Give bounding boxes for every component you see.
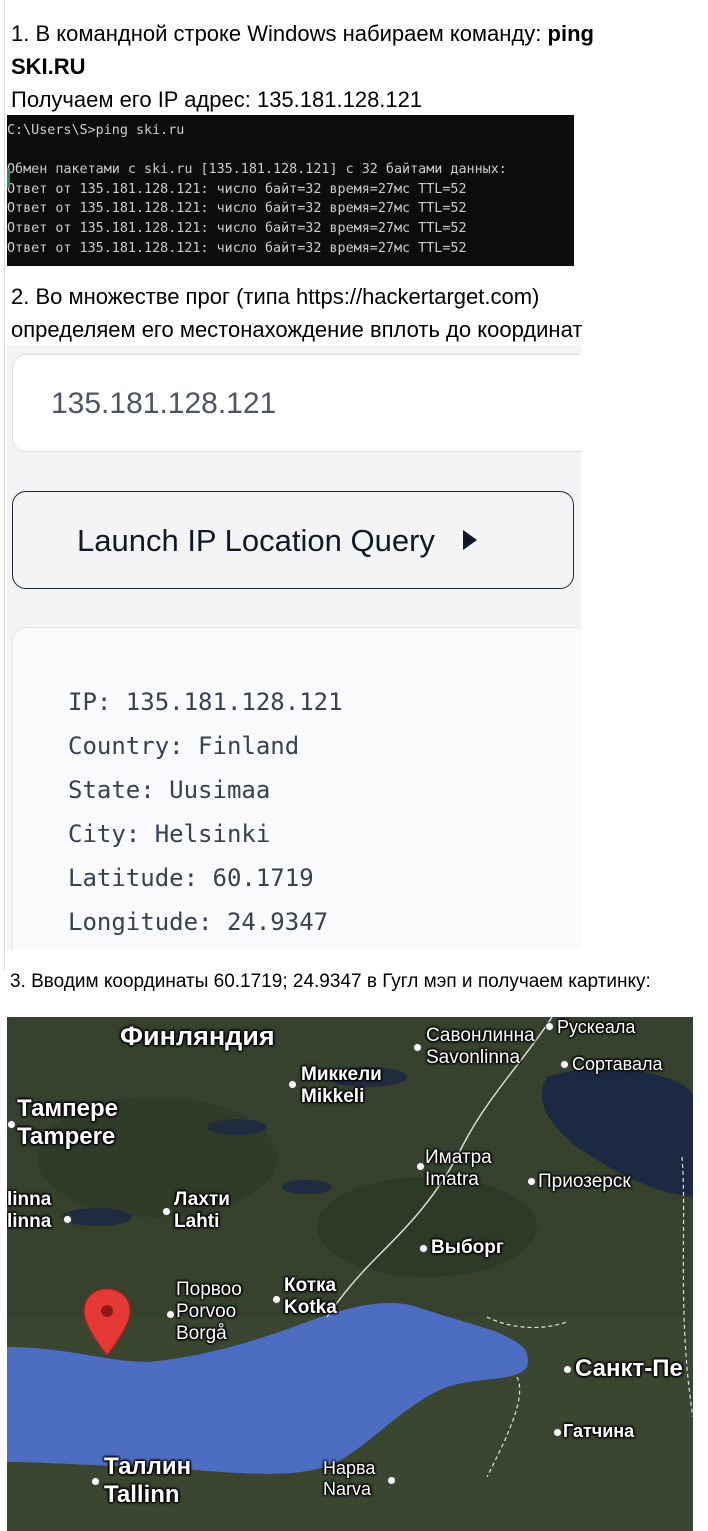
city-dot — [560, 1060, 569, 1069]
command-prompt-window: C:\Users\S>ping ski.ru Обмен пакетами с … — [7, 115, 574, 266]
map-label-priozersk: Приозерск — [538, 1171, 631, 1192]
map-label-kotka: Котка Kotka — [284, 1275, 337, 1318]
result-country: Country: Finland — [68, 732, 300, 760]
city-dot — [91, 1477, 100, 1486]
city-dot — [553, 1428, 562, 1437]
city-dot — [7, 1120, 16, 1129]
city-dot — [272, 1295, 281, 1304]
map-label-finland: Финляндия — [120, 1021, 275, 1051]
map-label-lahti: Лахти Lahti — [174, 1189, 230, 1232]
satellite-map[interactable]: Финляндия Савонлинна Savonlinna Рускеала … — [7, 1017, 693, 1531]
step1-line1: 1. В командной строке Windows набираем к… — [11, 21, 594, 46]
city-dot — [162, 1207, 171, 1216]
result-state: State: Uusimaa — [68, 776, 271, 804]
step1-line3: Получаем его IP адрес: 135.181.128.121 — [11, 87, 423, 112]
map-label-vyborg: Выборг — [431, 1237, 504, 1258]
result-city: City: Helsinki — [68, 820, 271, 848]
launch-query-button[interactable]: Launch IP Location Query — [12, 491, 574, 589]
map-label-ruskeala: Рускеала — [557, 1017, 636, 1037]
map-label-savonlinna: Савонлинна Savonlinna — [426, 1025, 535, 1068]
result-latitude: Latitude: 60.1719 — [68, 864, 314, 892]
step3-text: 3. Вводим координаты 60.1719; 24.9347 в … — [10, 971, 651, 992]
map-label-imatra: Иматра Imatra — [425, 1147, 492, 1190]
step2-line2: определяем его местонахождение вплоть до… — [11, 317, 583, 342]
launch-query-label: Launch IP Location Query — [77, 523, 435, 558]
step1-line2: SKI.RU — [11, 54, 86, 79]
console-line: Ответ от 135.181.128.121: число байт=32 … — [7, 201, 467, 217]
selection-marker — [7, 168, 10, 188]
result-ip: IP: 135.181.128.121 — [68, 688, 343, 716]
city-dot — [63, 1215, 72, 1224]
ip-lookup-panel: 135.181.128.121 Launch IP Location Query… — [7, 345, 581, 950]
map-label-tallinn: Таллин Tallinn — [104, 1453, 192, 1508]
ip-address-input[interactable]: 135.181.128.121 — [12, 354, 581, 452]
console-line: Ответ от 135.181.128.121: число байт=32 … — [7, 240, 467, 256]
city-dot — [419, 1244, 428, 1253]
city-dot — [166, 1310, 175, 1319]
city-dot — [563, 1365, 572, 1374]
map-label-mikkeli: Миккели Mikkeli — [301, 1064, 382, 1107]
city-dot — [413, 1043, 422, 1052]
console-line: Обмен пакетами с ski.ru [135.181.128.121… — [7, 162, 507, 178]
city-dot — [288, 1080, 297, 1089]
map-label-spb: Санкт-Пе — [575, 1355, 683, 1382]
step2-line1: 2. Во множестве прог (типа https://hacke… — [11, 284, 540, 309]
city-dot — [545, 1022, 554, 1031]
map-label-tampere: Тампере Tampere — [17, 1095, 119, 1150]
console-line: C:\Users\S>ping ski.ru — [7, 123, 185, 138]
city-dot — [527, 1177, 536, 1186]
map-label-sortavala: Сортавала — [572, 1054, 663, 1074]
map-label-hameenlinna: linna linna — [7, 1189, 52, 1232]
result-card: IP: 135.181.128.121 Country: Finland Sta… — [12, 627, 581, 950]
console-line: Ответ от 135.181.128.121: число байт=32 … — [7, 220, 467, 236]
result-longitude: Longitude: 24.9347 — [68, 908, 329, 936]
map-label-narva: Нарва Narva — [323, 1458, 376, 1499]
play-icon — [462, 529, 477, 550]
left-gridline — [4, 0, 5, 970]
map-label-porvoo: Порвоо Porvoo Borgå — [176, 1279, 242, 1344]
city-dot — [416, 1162, 425, 1171]
console-line: Ответ от 135.181.128.121: число байт=32 … — [7, 181, 467, 197]
map-label-gatchina: Гатчина — [563, 1421, 635, 1441]
city-dot — [387, 1476, 396, 1485]
